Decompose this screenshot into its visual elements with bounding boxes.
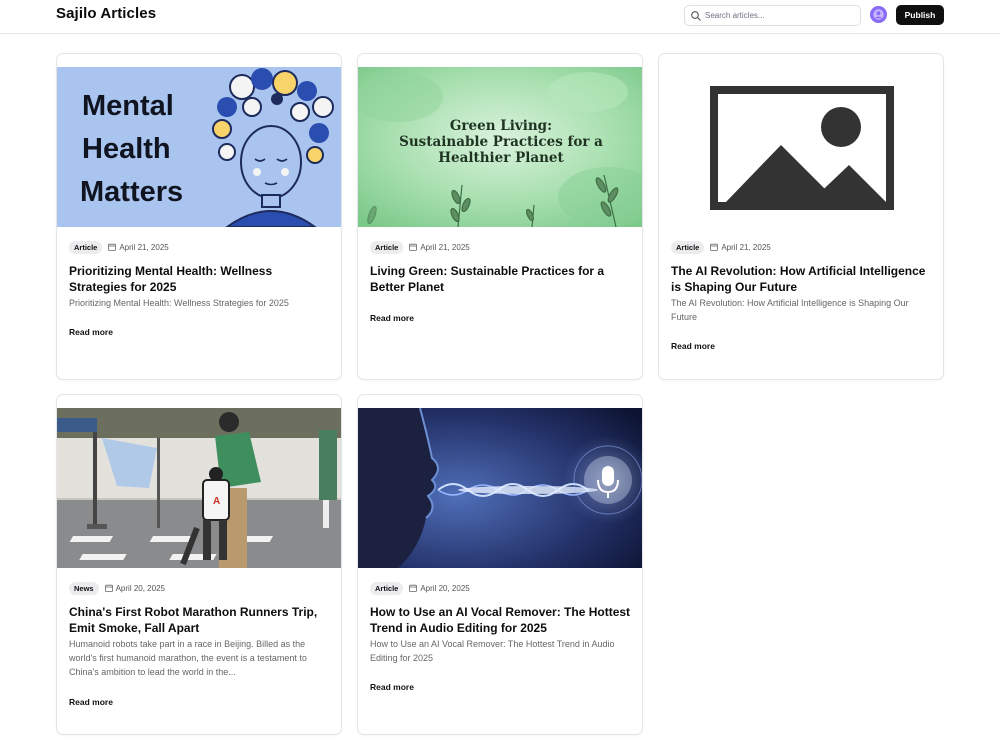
calendar-icon <box>710 243 719 251</box>
date-text: April 21, 2025 <box>119 242 169 252</box>
search-box[interactable] <box>684 5 861 26</box>
category-badge: Article <box>69 240 103 254</box>
read-more-link[interactable]: Read more <box>370 313 414 323</box>
article-excerpt: The AI Revolution: How Artificial Intell… <box>671 298 909 322</box>
article-title[interactable]: How to Use an AI Vocal Remover: The Hott… <box>370 604 634 636</box>
date-text: April 21, 2025 <box>721 242 771 252</box>
article-title[interactable]: Living Green: Sustainable Practices for … <box>370 263 634 295</box>
date-text: April 20, 2025 <box>115 583 165 593</box>
article-meta: Article April 21, 2025 <box>69 240 169 254</box>
article-date: April 21, 2025 <box>409 242 470 252</box>
article-meta: Article April 20, 2025 <box>370 581 470 595</box>
user-icon <box>870 6 887 23</box>
article-date: April 20, 2025 <box>409 583 470 593</box>
svg-text:Matters: Matters <box>80 176 183 208</box>
calendar-icon <box>409 243 418 251</box>
article-title[interactable]: China's First Robot Marathon Runners Tri… <box>69 604 333 636</box>
article-image[interactable]: Green Living: Sustainable Practices for … <box>358 67 642 227</box>
publish-button[interactable]: Publish <box>896 5 944 25</box>
article-card[interactable]: Article April 21, 2025 The AI Revolution… <box>658 53 944 380</box>
article-meta: Article April 21, 2025 <box>671 240 771 254</box>
top-bar: Sajilo Articles Publish <box>0 0 1000 34</box>
category-badge: News <box>69 581 99 595</box>
article-excerpt: How to Use an AI Vocal Remover: The Hott… <box>370 639 615 663</box>
article-image[interactable] <box>659 67 943 227</box>
category-badge: Article <box>671 240 705 254</box>
article-image[interactable]: A <box>57 408 341 568</box>
article-title[interactable]: Prioritizing Mental Health: Wellness Str… <box>69 263 333 295</box>
article-card[interactable]: Article April 20, 2025 How to Use an AI … <box>357 394 643 735</box>
read-more-link[interactable]: Read more <box>69 327 113 337</box>
svg-text:Health: Health <box>82 133 171 165</box>
article-excerpt: Prioritizing Mental Health: Wellness Str… <box>69 298 289 308</box>
read-more-link[interactable]: Read more <box>69 697 113 707</box>
date-text: April 20, 2025 <box>420 583 470 593</box>
category-badge: Article <box>370 581 404 595</box>
svg-text:Green Living:: Green Living: <box>450 118 552 134</box>
read-more-link[interactable]: Read more <box>671 341 715 351</box>
svg-text:Healthier Planet: Healthier Planet <box>438 150 564 166</box>
read-more-link[interactable]: Read more <box>370 682 414 692</box>
svg-text:A: A <box>213 496 220 507</box>
article-date: April 21, 2025 <box>710 242 771 252</box>
article-excerpt: Humanoid robots take part in a race in B… <box>69 639 307 677</box>
category-badge: Article <box>370 240 404 254</box>
date-text: April 21, 2025 <box>420 242 470 252</box>
article-image[interactable]: Mental Health Matters <box>57 67 341 227</box>
article-card[interactable]: Green Living: Sustainable Practices for … <box>357 53 643 380</box>
svg-text:Mental: Mental <box>82 90 174 122</box>
svg-text:Sustainable Practices for a: Sustainable Practices for a <box>399 134 603 150</box>
search-input[interactable] <box>705 7 855 24</box>
calendar-icon <box>104 584 113 592</box>
calendar-icon <box>409 584 418 592</box>
article-title[interactable]: The AI Revolution: How Artificial Intell… <box>671 263 935 295</box>
site-title[interactable]: Sajilo Articles <box>56 5 156 22</box>
article-meta: News April 20, 2025 <box>69 581 165 595</box>
article-image[interactable] <box>358 408 642 568</box>
calendar-icon <box>108 243 117 251</box>
article-card[interactable]: A News April 20, 2025 China's First Robo… <box>56 394 342 735</box>
article-date: April 20, 2025 <box>104 583 165 593</box>
article-date: April 21, 2025 <box>108 242 169 252</box>
search-icon <box>691 11 701 21</box>
article-meta: Article April 21, 2025 <box>370 240 470 254</box>
article-card[interactable]: Mental Health Matters Article April 21, … <box>56 53 342 380</box>
user-avatar[interactable] <box>870 6 887 23</box>
image-placeholder-icon <box>710 86 894 210</box>
